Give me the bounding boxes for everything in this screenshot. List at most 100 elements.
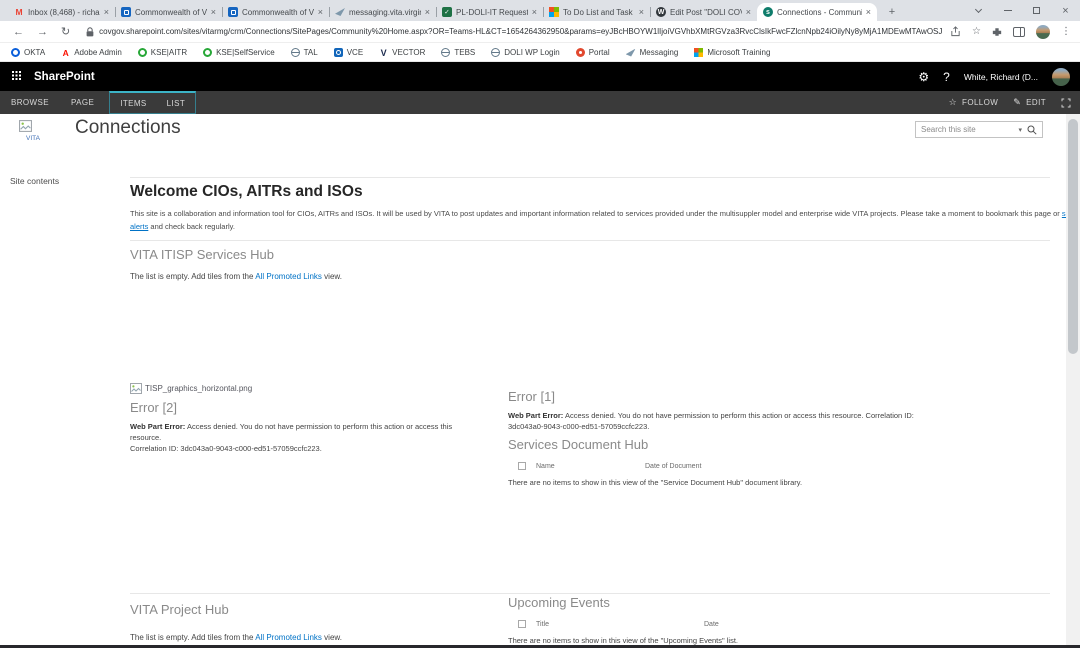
bookmark-okta[interactable]: OKTA	[11, 48, 45, 57]
minimize-button[interactable]	[993, 0, 1022, 21]
back-icon[interactable]: ←	[13, 26, 24, 38]
microsoft-icon	[694, 48, 703, 57]
all-promoted-links-link[interactable]: All Promoted Links	[255, 272, 322, 281]
tab-close-icon[interactable]: ×	[425, 7, 430, 17]
vce-icon	[334, 48, 343, 57]
browser-tab-connections-active[interactable]: s Connections - Community ×	[757, 3, 877, 21]
column-header-name[interactable]: Name	[536, 463, 555, 470]
events-empty-text: There are no items to show in this view …	[508, 636, 1050, 645]
focus-mode-icon[interactable]	[1061, 98, 1071, 108]
browser-tab-todo[interactable]: To Do List and Task Manag ×	[543, 3, 650, 21]
tab-close-icon[interactable]: ×	[532, 7, 537, 17]
bookmark-label: Adobe Admin	[74, 48, 122, 57]
follow-button[interactable]: FOLLOW	[962, 98, 998, 107]
extensions-icon[interactable]	[992, 27, 1002, 37]
bookmark-kse-selfservice[interactable]: KSE|SelfService	[203, 48, 275, 57]
tab-close-icon[interactable]: ×	[104, 7, 109, 17]
error-1-heading: Error [1]	[508, 389, 1050, 404]
divider	[130, 240, 1050, 241]
messaging-icon	[626, 49, 636, 57]
bookmark-adobe-admin[interactable]: AAdobe Admin	[61, 48, 122, 57]
bookmark-tebs[interactable]: TEBS	[441, 48, 475, 57]
side-panel-icon[interactable]	[1013, 27, 1025, 37]
search-input[interactable]	[921, 125, 1013, 134]
sharepoint-ribbon: BROWSE PAGE ITEMS LIST ☆ FOLLOW ✎ EDIT	[0, 91, 1080, 114]
portal-icon	[576, 48, 585, 57]
ribbon-tab-items[interactable]: ITEMS	[110, 93, 156, 113]
browser-tab-commonwealth-1[interactable]: Commonwealth of Virgini ×	[115, 3, 222, 21]
select-all-checkbox[interactable]	[518, 620, 526, 628]
maximize-button[interactable]	[1022, 0, 1051, 21]
column-header-date-of-document[interactable]: Date of Document	[645, 463, 701, 470]
browser-tab-gmail[interactable]: M Inbox (8,468) - richard.whi ×	[8, 3, 115, 21]
bookmark-star-icon[interactable]: ☆	[972, 26, 981, 37]
bookmark-label: TAL	[304, 48, 318, 57]
app-launcher-button[interactable]	[0, 71, 34, 82]
browser-tab-commonwealth-2[interactable]: Commonwealth of Virgini ×	[222, 3, 329, 21]
ribbon-tab-list[interactable]: LIST	[157, 93, 196, 113]
bookmark-microsoft-training[interactable]: Microsoft Training	[694, 48, 770, 57]
user-avatar[interactable]	[1052, 68, 1070, 86]
profile-avatar[interactable]	[1036, 25, 1050, 39]
sharepoint-brand[interactable]: SharePoint	[34, 71, 95, 83]
edit-button[interactable]: EDIT	[1026, 98, 1046, 107]
signed-in-user[interactable]: White, Richard (D...	[964, 72, 1038, 82]
ribbon-tab-page[interactable]: PAGE	[60, 91, 105, 114]
bookmark-kse-aitr[interactable]: KSE|AITR	[138, 48, 187, 57]
sidebar-item-site-contents[interactable]: Site contents	[10, 176, 59, 186]
tab-close-icon[interactable]: ×	[746, 7, 751, 17]
tab-close-icon[interactable]: ×	[211, 7, 216, 17]
edit-pencil-icon[interactable]: ✎	[1013, 97, 1021, 108]
browser-tab-wordpress[interactable]: W Edit Post "DOLI COVID-19 ×	[650, 3, 757, 21]
all-promoted-links-link[interactable]: All Promoted Links	[255, 633, 322, 642]
column-header-title[interactable]: Title	[536, 621, 549, 628]
tab-search-icon[interactable]	[964, 0, 993, 21]
help-icon[interactable]: ?	[943, 70, 950, 84]
share-icon[interactable]	[950, 26, 961, 37]
bookmark-vector[interactable]: V VECTOR	[379, 48, 425, 57]
new-tab-button[interactable]: +	[883, 4, 901, 20]
tab-title: Edit Post "DOLI COVID-19	[670, 8, 742, 17]
select-all-checkbox[interactable]	[518, 462, 526, 470]
menu-dots-icon[interactable]: ⋮	[1061, 26, 1071, 37]
search-scope-caret-icon[interactable]: ▾	[1018, 126, 1022, 134]
browser-window: M Inbox (8,468) - richard.whi × Commonwe…	[0, 0, 1080, 648]
follow-star-icon[interactable]: ☆	[949, 97, 957, 108]
column-header-date[interactable]: Date	[704, 621, 719, 628]
address-bar[interactable]: covgov.sharepoint.com/sites/vitarmg/crm/…	[86, 27, 942, 37]
settings-gear-icon[interactable]: ⚙	[918, 70, 929, 84]
vector-icon: V	[379, 48, 388, 57]
bookmark-tal[interactable]: TAL	[291, 48, 318, 57]
bookmark-doli-wp-login[interactable]: DOLI WP Login	[491, 48, 559, 57]
reload-icon[interactable]: ↻	[61, 25, 70, 38]
close-button[interactable]: ×	[1051, 0, 1080, 21]
kse-icon	[138, 48, 147, 57]
tab-title: Inbox (8,468) - richard.whi	[28, 8, 100, 17]
page-scrollbar[interactable]	[1066, 114, 1080, 645]
site-search-box[interactable]: ▾	[915, 121, 1043, 138]
browser-tab-messaging[interactable]: messaging.vita.virginia.go ×	[329, 3, 436, 21]
okta-icon	[11, 48, 20, 57]
project-hub-empty-text: The list is empty. Add tiles from the Al…	[130, 633, 482, 642]
site-logo: VITA	[19, 120, 40, 142]
tab-close-icon[interactable]: ×	[318, 7, 323, 17]
browser-tab-planner[interactable]: PL-DOLI-IT Requests - Pla ×	[436, 3, 543, 21]
scrollbar-thumb[interactable]	[1068, 119, 1078, 354]
bookmark-messaging[interactable]: Messaging	[626, 48, 679, 57]
bookmark-label: VECTOR	[392, 48, 425, 57]
wordpress-icon: W	[656, 7, 666, 17]
forward-icon[interactable]: →	[37, 26, 48, 38]
tab-close-icon[interactable]: ×	[639, 7, 644, 17]
tab-title: Commonwealth of Virgini	[242, 8, 314, 17]
search-magnifier-icon[interactable]	[1027, 125, 1037, 135]
waffle-icon	[12, 71, 14, 73]
vita-logo-label: VITA	[26, 135, 40, 142]
setup-alerts-link[interactable]: alerts	[130, 222, 148, 231]
tab-close-icon[interactable]: ×	[866, 7, 871, 17]
error-1-message: Web Part Error: Access denied. You do no…	[508, 410, 1050, 432]
broken-image-alt-text: TISP_graphics_horizontal.png	[145, 384, 252, 393]
microsoft-icon	[549, 7, 559, 17]
ribbon-tab-browse[interactable]: BROWSE	[0, 91, 60, 114]
bookmark-portal[interactable]: Portal	[576, 48, 610, 57]
bookmark-vce[interactable]: VCE	[334, 48, 363, 57]
